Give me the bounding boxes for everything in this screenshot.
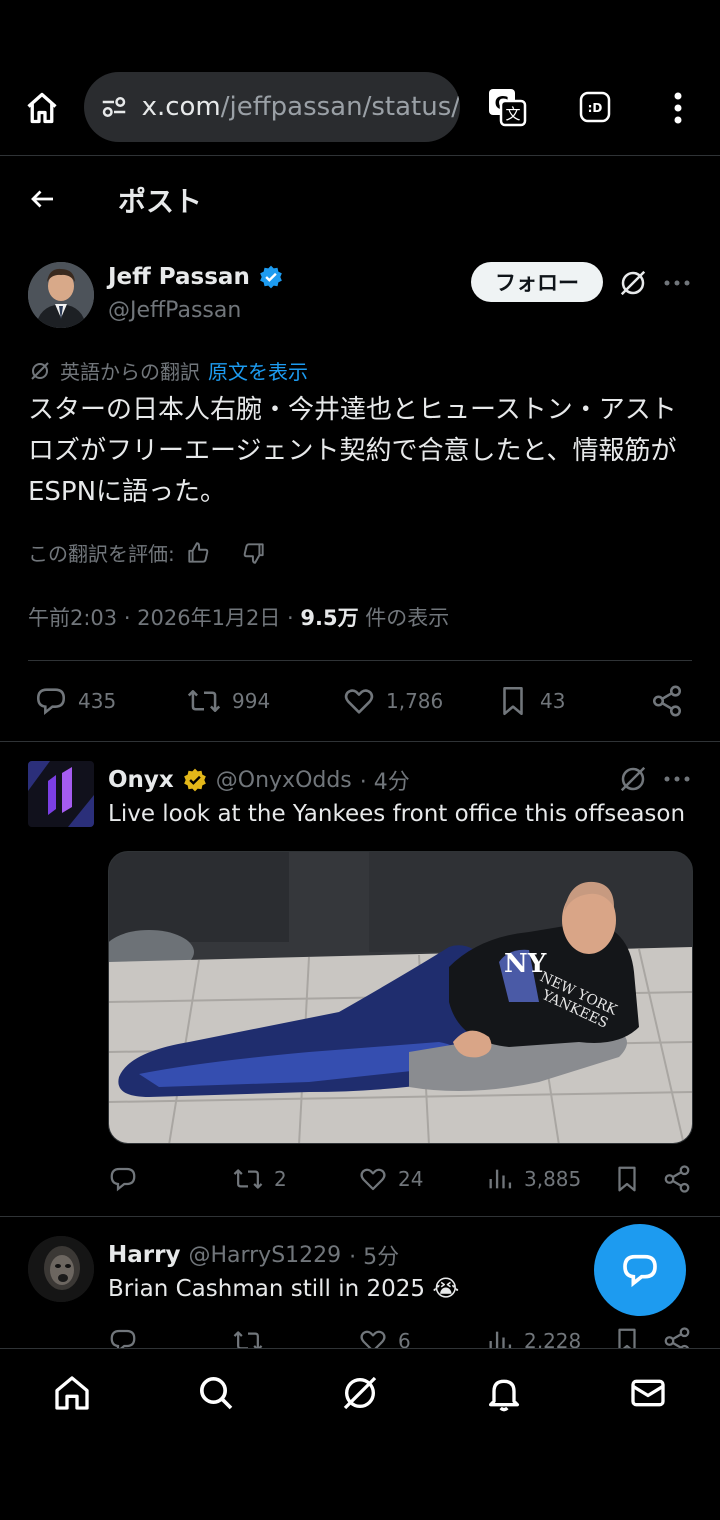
author-handle[interactable]: @JeffPassan — [108, 298, 241, 323]
divider — [0, 1216, 720, 1217]
repost-button[interactable]: 994 — [186, 684, 270, 718]
svg-text:NY: NY — [504, 949, 547, 979]
reply-count: 435 — [78, 689, 117, 713]
reply-author-name[interactable]: Onyx — [108, 767, 174, 793]
author-name[interactable]: Jeff Passan — [108, 264, 250, 290]
page-title: ポスト — [118, 185, 203, 218]
more-icon[interactable] — [662, 766, 692, 792]
url-host: x.com — [141, 92, 221, 122]
tweet-text: スターの日本人右腕・今井達也とヒューストン・アストロズがフリーエージェント契約で… — [28, 395, 677, 507]
share-button[interactable] — [650, 684, 684, 718]
more-vert-icon[interactable] — [666, 88, 690, 128]
url-path: /jeffpassan/status/ — [220, 92, 460, 122]
compose-reply-icon — [620, 1250, 660, 1290]
nav-search[interactable] — [194, 1371, 238, 1415]
like-icon — [342, 684, 376, 718]
reply-text: Live look at the Yankees front office th… — [108, 801, 686, 827]
divider — [0, 741, 720, 742]
grok-icon[interactable] — [616, 762, 650, 796]
bookmark-button[interactable]: 43 — [496, 684, 565, 718]
like-icon — [358, 1164, 388, 1194]
grok-icon[interactable] — [616, 266, 650, 300]
translated-from-label: 英語からの翻訳 — [60, 360, 200, 384]
follow-button[interactable]: フォロー — [471, 262, 603, 302]
nav-notifications[interactable] — [482, 1371, 526, 1415]
nav-home[interactable] — [50, 1371, 94, 1415]
translation-note: 英語からの翻訳 原文を表示 — [28, 356, 308, 385]
like-button[interactable]: 1,786 — [342, 684, 443, 718]
reply-text: Brian Cashman still in 2025 😭 — [108, 1276, 460, 1302]
reply-author-handle[interactable]: @OnyxOdds — [216, 768, 352, 793]
share-icon — [650, 684, 684, 718]
reply-author-name[interactable]: Harry — [108, 1242, 180, 1268]
reply-icon — [34, 684, 68, 718]
dex-icon[interactable]: :D — [578, 90, 612, 124]
views-label: 件の表示 — [358, 606, 450, 630]
verified-badge-icon — [258, 264, 284, 290]
browser-toolbar: x.com/jeffpassan/status/ G文 :D — [0, 60, 720, 156]
verified-badge-icon — [182, 767, 208, 793]
home-icon — [52, 1373, 92, 1413]
home-icon[interactable] — [22, 88, 62, 128]
reply-header: Onyx @OnyxOdds · 4分 — [108, 764, 410, 796]
bookmark-icon — [612, 1164, 642, 1194]
views-count: 9.5万 — [300, 606, 359, 630]
repost-icon — [186, 684, 222, 718]
repost-count: 2 — [274, 1167, 287, 1191]
repost-count: 994 — [232, 689, 271, 713]
rate-translation-row: この翻訳を評価: — [28, 538, 267, 567]
reply-button[interactable]: 435 — [34, 684, 116, 718]
nav-grok[interactable] — [338, 1371, 382, 1415]
more-icon[interactable] — [662, 270, 692, 296]
reply-header: Harry @HarryS1229 · 5分 — [108, 1239, 399, 1271]
avatar[interactable] — [28, 1236, 94, 1302]
svg-text:文: 文 — [505, 105, 520, 123]
back-arrow-icon[interactable] — [26, 182, 60, 216]
bookmark-count: 43 — [540, 689, 566, 713]
bookmark-button[interactable] — [612, 1164, 642, 1194]
share-button[interactable] — [662, 1164, 692, 1194]
bookmark-icon — [496, 684, 530, 718]
rate-translation-label: この翻訳を評価: — [28, 542, 175, 566]
share-icon — [662, 1164, 692, 1194]
tweet-meta: 午前2:03 · 2026年1月2日 · 9.5万 件の表示 — [28, 602, 449, 632]
grok-icon — [28, 359, 52, 383]
tweet-timestamp[interactable]: 午前2:03 · 2026年1月2日 · — [28, 606, 300, 630]
avatar[interactable] — [28, 262, 94, 328]
mail-icon — [628, 1373, 668, 1413]
bell-icon — [484, 1373, 524, 1413]
search-icon — [196, 1373, 236, 1413]
thumbs-down-icon[interactable] — [241, 540, 267, 566]
repost-button[interactable]: 2 — [232, 1164, 287, 1194]
like-count: 1,786 — [386, 689, 444, 713]
bottom-nav — [0, 1348, 720, 1520]
tune-icon[interactable] — [96, 85, 132, 129]
nav-messages[interactable] — [626, 1371, 670, 1415]
translate-icon[interactable]: G文 — [486, 86, 528, 128]
svg-text::D: :D — [588, 101, 603, 115]
avatar[interactable] — [28, 761, 94, 827]
repost-icon — [232, 1164, 264, 1194]
reply-author-handle[interactable]: @HarryS1229 — [188, 1243, 341, 1268]
thumbs-up-icon[interactable] — [185, 540, 211, 566]
divider — [28, 660, 692, 661]
views-button[interactable]: 3,885 — [486, 1164, 581, 1194]
reply-image[interactable]: NEW YORK YANKEES NY — [108, 851, 693, 1144]
url-text: x.com/jeffpassan/status/ — [142, 92, 460, 122]
views-icon — [486, 1164, 514, 1194]
like-button[interactable]: 24 — [358, 1164, 423, 1194]
reply-time[interactable]: · 4分 — [360, 764, 410, 796]
show-original-link[interactable]: 原文を表示 — [208, 356, 308, 385]
reply-button[interactable] — [108, 1164, 148, 1194]
views-count: 3,885 — [524, 1167, 582, 1191]
reply-time[interactable]: · 5分 — [349, 1239, 399, 1271]
author-row: Jeff Passan — [108, 264, 284, 290]
compose-reply-button[interactable] — [594, 1224, 686, 1316]
like-count: 24 — [398, 1167, 424, 1191]
address-bar[interactable]: x.com/jeffpassan/status/ — [84, 72, 460, 142]
grok-icon — [340, 1373, 380, 1413]
reply-icon — [108, 1164, 138, 1194]
